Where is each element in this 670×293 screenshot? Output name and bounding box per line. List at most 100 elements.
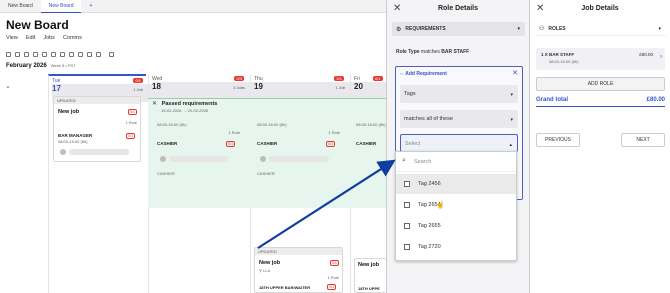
chevron-down-icon: ▾	[510, 117, 513, 123]
checkbox[interactable]	[404, 181, 410, 187]
grid-icon[interactable]	[60, 51, 65, 57]
search-icon: ⌕	[402, 157, 406, 164]
week-label: Week 8 • PST	[50, 63, 76, 68]
day-header-tue[interactable]: Tue 17 0/1 1 Job	[48, 74, 170, 102]
menu-edit[interactable]: Edit	[26, 35, 35, 41]
avatar-placeholder-icon[interactable]	[60, 149, 66, 155]
roles-section[interactable]: ⚇ ROLES ▾	[535, 22, 666, 36]
grand-total-row: Grand total £80.00	[536, 97, 665, 107]
tab-new-board-1[interactable]: New Board	[0, 0, 41, 13]
job-roles: 1 Role	[327, 275, 339, 280]
day-jobs: 1 Job	[133, 87, 143, 92]
job-card-wed[interactable]: 08:00-16:00 (8h) 1 Role CASHIER 0/1 CASH…	[154, 122, 243, 180]
tab-new-board-2[interactable]: New Board	[40, 0, 82, 13]
chevron-down-icon: ▾	[658, 25, 661, 32]
add-requirement-label: ⇔ Add Requirement	[399, 71, 447, 77]
job-card-fri-2[interactable]: New job 18TH UPPE	[354, 258, 386, 293]
settings-icon[interactable]	[96, 51, 101, 57]
location-pin-icon: ⚲	[259, 268, 262, 273]
collapse-x-icon[interactable]: ✕	[152, 101, 157, 107]
menu-bar: View Edit Jobs Comms	[6, 35, 90, 41]
remove-requirement-icon[interactable]: ✕	[512, 69, 518, 77]
collapse-chevron-icon[interactable]: ⌄	[5, 82, 11, 90]
menu-view[interactable]: View	[6, 35, 18, 41]
new-tab-button[interactable]: +	[81, 0, 100, 13]
document-icon[interactable]	[51, 51, 56, 57]
role-type-requirement: Role Type matches BAR STAFF	[396, 49, 470, 55]
role-badge: 0/1	[126, 133, 136, 139]
assignee-placeholder[interactable]	[69, 149, 129, 155]
section-label: ROLES	[548, 25, 566, 32]
passed-dates: 19-02-2026 → 20-02-2026	[161, 108, 209, 113]
job-badge: 0/1	[329, 260, 339, 266]
role-name: CASHIER	[356, 141, 377, 146]
checkbox[interactable]	[404, 202, 410, 208]
drag-handle-icon[interactable]: ⇔	[399, 71, 404, 77]
gear-icon: ⚙	[396, 26, 402, 33]
save-icon[interactable]	[33, 51, 38, 57]
select-placeholder: Select	[405, 141, 421, 147]
requirements-section[interactable]: ⚙ REQUIREMENTS ▾	[392, 22, 525, 36]
layout-icon[interactable]	[69, 51, 74, 57]
calendar-icon[interactable]	[109, 51, 114, 57]
day-header-wed[interactable]: Wed 18 0/3 3 Jobs	[148, 74, 270, 100]
day-badge: 0/3	[234, 76, 244, 81]
chevron-right-icon: ›	[660, 54, 662, 60]
job-card-thu-2[interactable]: UPDATED New job 0/1 ⚲ LLA 1 Role 18TH UP…	[254, 247, 343, 293]
role-line-time: 08:00-16:00 (8h)	[549, 59, 579, 64]
checkbox[interactable]	[404, 244, 410, 250]
card-status: UPDATED	[255, 248, 342, 255]
tag-dropdown: ⌕ Search Tag 2456 Tag 2654 ☝ Tag 2655 Ta…	[395, 151, 517, 261]
job-location: ⚲ LLA	[259, 268, 271, 273]
link-icon[interactable]	[87, 51, 92, 57]
paste-icon[interactable]	[15, 51, 20, 57]
tag-option[interactable]: Tag 2456	[396, 174, 516, 194]
previous-button[interactable]: PREVIOUS	[536, 133, 580, 147]
avatar-placeholder-icon[interactable]	[160, 156, 166, 162]
month-label: February 2026	[6, 63, 47, 69]
passed-requirements-header: ✕ Passed requirements 19-02-2026 → 20-02…	[152, 100, 217, 113]
role-badge: 0/1	[226, 141, 236, 147]
checkbox[interactable]	[404, 223, 410, 229]
pencil-icon[interactable]	[78, 51, 83, 57]
hand-cursor-icon: ☝	[436, 202, 445, 209]
select-value: Tags	[404, 91, 416, 97]
menu-comms[interactable]: Comms	[63, 35, 82, 41]
delete-icon[interactable]	[42, 51, 47, 57]
panel-title: Job Details	[581, 5, 619, 12]
avatar-placeholder-icon[interactable]	[260, 156, 266, 162]
toolbar	[6, 50, 118, 58]
job-roles: 1 Role	[125, 120, 137, 125]
role-time: 08:00-16:00 (8h)	[58, 139, 88, 144]
dropdown-search[interactable]: ⌕ Search	[396, 152, 516, 172]
role-line-item[interactable]: 1 X BAR STAFF 08:00-16:00 (8h) £80.00 ›	[536, 48, 665, 70]
next-button[interactable]: NEXT	[621, 133, 665, 147]
day-badge: 0/1	[334, 76, 344, 81]
people-icon: ⚇	[539, 26, 545, 32]
match-mode-select[interactable]: matches all of these ▾	[400, 110, 518, 128]
requirement-type-select[interactable]: Tags ▾	[400, 85, 518, 103]
search-input[interactable]: Search	[414, 159, 431, 165]
assignee-placeholder[interactable]	[169, 156, 229, 162]
tag-option[interactable]: Tag 2654 ☝	[396, 195, 516, 215]
job-details-panel: ✕ Job Details ⚇ ROLES ▾ 1 X BAR STAFF 08…	[529, 0, 670, 293]
tag-option[interactable]: Tag 2720	[396, 237, 516, 257]
role-name-2: CASHIER	[257, 171, 275, 176]
job-card-thu[interactable]: 08:00-16:00 (8h) 1 Role CASHIER 0/1 CASH…	[254, 122, 343, 180]
add-role-button[interactable]: ADD ROLE	[536, 77, 665, 91]
edit-icon[interactable]	[24, 51, 29, 57]
tag-option[interactable]: Tag 2655	[396, 216, 516, 236]
job-card-tue[interactable]: UPDATED New job 0/1 1 Role 08:00-16:00 (…	[53, 96, 141, 162]
day-jobs: 1 Job	[335, 85, 345, 90]
assignee-placeholder[interactable]	[269, 156, 329, 162]
day-header-fri[interactable]: Fri 20 0/1	[350, 74, 386, 100]
job-card-fri[interactable]: 08:00-16:00 (8h) CASHIER	[354, 122, 386, 162]
day-header-thu[interactable]: Thu 19 0/1 1 Job	[250, 74, 372, 100]
role-name: CASHIER	[257, 141, 278, 146]
tag-select[interactable]: Select ▴	[400, 134, 518, 152]
job-badge: 0/1	[127, 109, 137, 115]
menu-jobs[interactable]: Jobs	[43, 35, 55, 41]
job-roles: 1 Role	[328, 130, 340, 135]
board-view: New Board New Board + New Board View Edi…	[0, 0, 386, 293]
copy-icon[interactable]	[6, 51, 11, 57]
